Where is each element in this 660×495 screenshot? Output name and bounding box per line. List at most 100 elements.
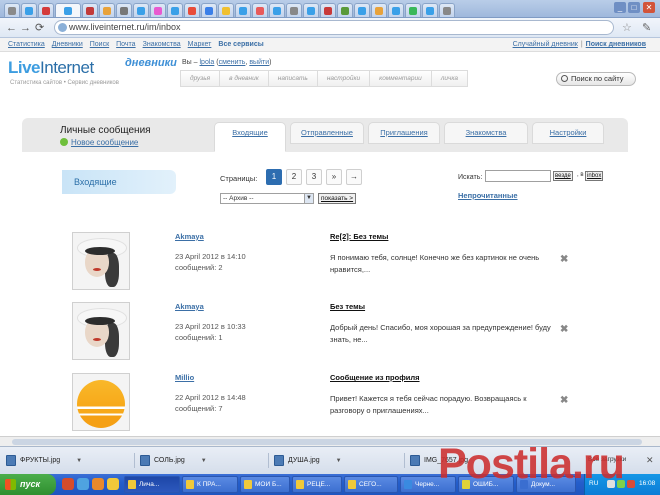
message-subject[interactable]: Re[2]: Без темы <box>330 232 388 241</box>
browser-tab[interactable] <box>235 3 251 17</box>
delete-icon[interactable]: ✖ <box>560 324 568 335</box>
avatar[interactable] <box>72 373 130 431</box>
next-pages-button[interactable]: » <box>326 169 342 185</box>
taskbar-window[interactable]: РЕЦЕ... <box>292 476 342 493</box>
quicklaunch-icon[interactable] <box>77 478 89 490</box>
message-subject[interactable]: Без темы <box>330 302 365 311</box>
nav-tab-friends[interactable]: друзья <box>180 70 221 87</box>
browser-tab[interactable] <box>38 3 54 17</box>
tab-invitations[interactable]: Приглашения <box>368 122 440 144</box>
delete-icon[interactable]: ✖ <box>560 254 568 265</box>
message-search-input[interactable] <box>485 170 551 182</box>
bookmark-star-icon[interactable]: ☆ <box>622 21 632 34</box>
browser-tab[interactable] <box>133 3 149 17</box>
sender-link[interactable]: Akmaya <box>175 302 204 311</box>
chevron-down-icon[interactable]: ▼ <box>336 458 342 464</box>
taskbar-window[interactable]: К ПРА... <box>182 476 238 493</box>
avatar[interactable] <box>72 232 130 290</box>
browser-tab[interactable] <box>21 3 37 17</box>
browser-tab[interactable] <box>99 3 115 17</box>
browser-tab[interactable] <box>269 3 285 17</box>
taskbar-window[interactable]: МОИ Б... <box>240 476 290 493</box>
site-search-button[interactable]: Поиск по сайту <box>556 72 636 86</box>
browser-tab[interactable] <box>116 3 132 17</box>
archive-select[interactable]: -- Архив -- ▼ <box>220 193 314 204</box>
taskbar-window[interactable]: Лича... <box>124 476 180 493</box>
browser-tab[interactable] <box>405 3 421 17</box>
browser-tab[interactable] <box>82 3 98 17</box>
quicklaunch-icon[interactable] <box>62 478 74 490</box>
tab-dating[interactable]: Знакомства <box>444 122 528 144</box>
message-preview[interactable]: Я понимаю тебя, солнце! Конечно же без к… <box>330 252 560 276</box>
quicklaunch-icon[interactable] <box>92 478 104 490</box>
top-link-dating[interactable]: Знакомства <box>143 41 181 48</box>
sender-link[interactable]: Akmaya <box>175 232 204 241</box>
browser-tab[interactable] <box>167 3 183 17</box>
browser-tab[interactable] <box>252 3 268 17</box>
message-preview[interactable]: Добрый день! Спасибо, моя хорошая за пре… <box>330 322 560 346</box>
maximize-button[interactable]: □ <box>628 2 640 13</box>
browser-tab-active[interactable] <box>55 3 81 17</box>
nav-tab-write[interactable]: написать <box>268 70 318 87</box>
show-button[interactable]: показать > <box>318 193 357 204</box>
browser-tab[interactable] <box>201 3 217 17</box>
last-page-button[interactable]: → <box>346 169 362 185</box>
url-field[interactable]: www.liveinternet.ru/im/inbox <box>54 20 614 35</box>
browser-tab[interactable] <box>4 3 20 17</box>
close-icon[interactable]: ✕ <box>646 455 654 466</box>
tab-settings[interactable]: Настройки <box>532 122 604 144</box>
download-item[interactable]: СОЛЬ.jpg ▼ <box>140 452 207 469</box>
top-link-market[interactable]: Маркет <box>188 41 212 48</box>
new-message-link[interactable]: Новое сообщение <box>60 138 138 147</box>
random-diary-link[interactable]: Случайный дневник <box>513 41 578 48</box>
page-2-button[interactable]: 2 <box>286 169 302 185</box>
nav-tab-private[interactable]: личка <box>431 70 469 87</box>
top-link-stats[interactable]: Статистика <box>8 41 45 48</box>
browser-tab[interactable] <box>422 3 438 17</box>
change-user-link[interactable]: сменить <box>219 59 246 66</box>
browser-tab[interactable] <box>371 3 387 17</box>
back-icon[interactable]: ← <box>6 21 17 35</box>
tab-sent[interactable]: Отправленные <box>290 122 364 144</box>
sidebar-item-inbox[interactable]: Входящие <box>62 170 176 194</box>
unread-link[interactable]: Непрочитанные <box>458 191 518 200</box>
username-link[interactable]: lpola <box>200 59 215 66</box>
browser-tab[interactable] <box>218 3 234 17</box>
browser-tab[interactable] <box>184 3 200 17</box>
minimize-button[interactable]: _ <box>614 2 626 13</box>
start-button[interactable]: пуск <box>0 474 56 495</box>
page-1-button[interactable]: 1 <box>266 169 282 185</box>
close-button[interactable]: ✕ <box>643 2 655 13</box>
forward-icon[interactable]: → <box>20 21 31 35</box>
browser-tab[interactable] <box>150 3 166 17</box>
browser-tab[interactable] <box>337 3 353 17</box>
message-subject[interactable]: Сообщение из профиля <box>330 373 420 382</box>
download-item[interactable]: ФРУКТЫ.jpg ▼ <box>6 452 82 469</box>
tab-inbox[interactable]: Входящие <box>214 122 286 152</box>
reload-icon[interactable]: ⟳ <box>35 21 44 35</box>
download-item[interactable]: ДУША.jpg ▼ <box>274 452 342 469</box>
search-inbox-button[interactable]: inbox <box>585 171 604 181</box>
taskbar-window[interactable]: СЕГО... <box>344 476 398 493</box>
nav-tab-settings[interactable]: настройки <box>317 70 371 87</box>
message-preview[interactable]: Привет! Кажется я тебя сейчас порадую. В… <box>330 393 560 417</box>
browser-tab[interactable] <box>303 3 319 17</box>
quicklaunch-icon[interactable] <box>107 478 119 490</box>
all-services-link[interactable]: Все сервисы <box>218 41 263 48</box>
logout-link[interactable]: выйти <box>249 59 269 66</box>
top-link-search[interactable]: Поиск <box>90 41 109 48</box>
avatar[interactable] <box>72 302 130 360</box>
tray-icon[interactable] <box>627 480 635 488</box>
page-3-button[interactable]: 3 <box>306 169 322 185</box>
top-link-diaries[interactable]: Дневники <box>52 41 83 48</box>
sender-link[interactable]: Millio <box>175 373 194 382</box>
top-link-mail[interactable]: Почта <box>116 41 135 48</box>
wrench-icon[interactable]: ✎ <box>642 21 651 34</box>
nav-tab-comments[interactable]: комментарии <box>370 70 432 87</box>
chevron-down-icon[interactable]: ▼ <box>76 458 82 464</box>
browser-tab[interactable] <box>354 3 370 17</box>
liveinternet-logo[interactable]: LiveInternet <box>8 58 94 78</box>
browser-tab[interactable] <box>388 3 404 17</box>
nav-tab-to-diary[interactable]: в дневник <box>220 70 269 87</box>
browser-tab[interactable] <box>439 3 455 17</box>
